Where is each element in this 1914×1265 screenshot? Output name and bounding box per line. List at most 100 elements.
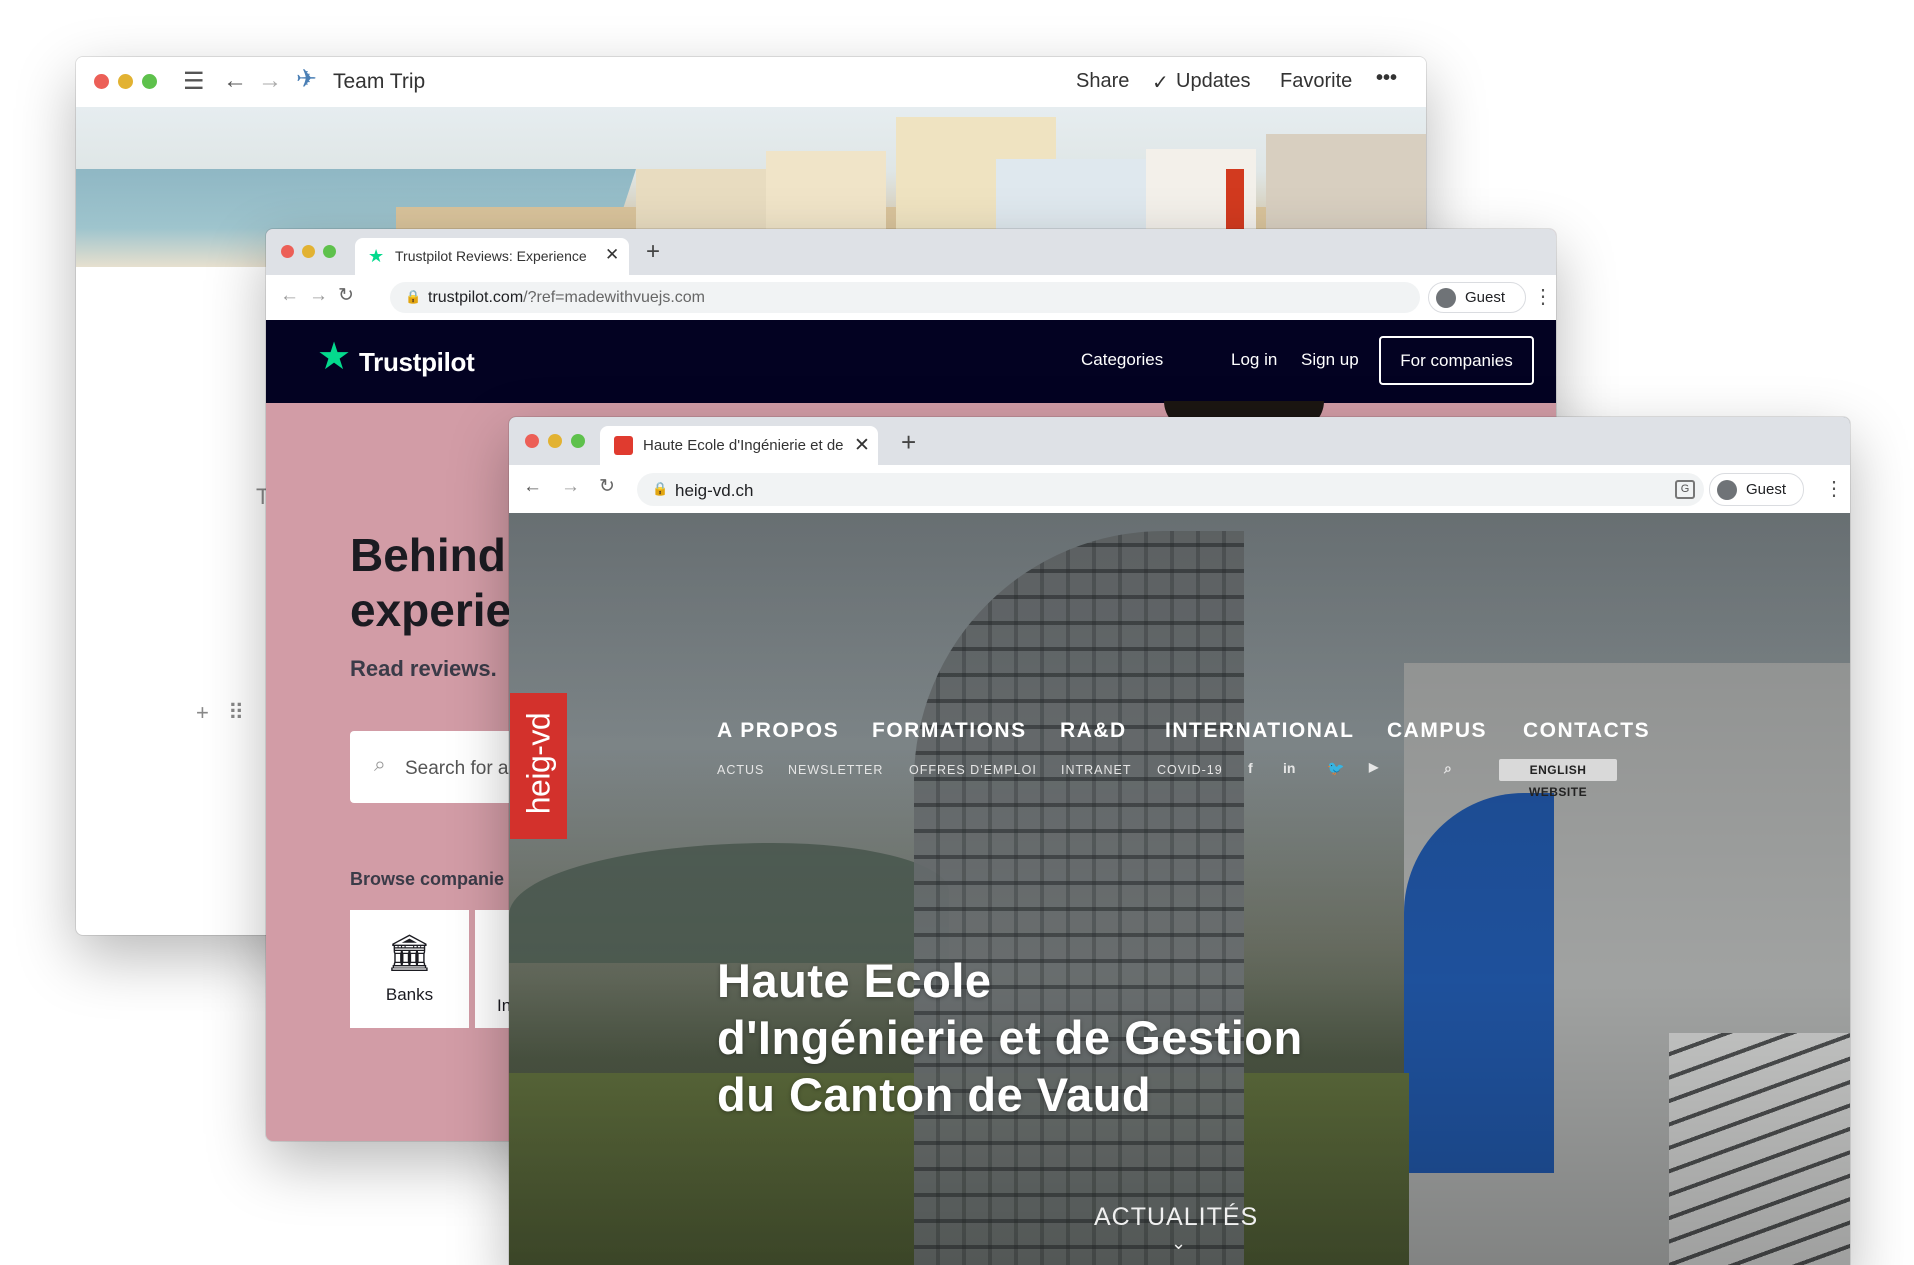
- search-placeholder: Search for a: [405, 758, 509, 779]
- browser-tab[interactable]: ★ Trustpilot Reviews: Experience ✕: [355, 238, 629, 275]
- profile-button[interactable]: Guest: [1709, 473, 1804, 506]
- menu-icon[interactable]: ☰: [183, 70, 205, 94]
- maximize-window-button[interactable]: [571, 434, 585, 448]
- back-icon[interactable]: ←: [223, 69, 247, 93]
- browser-menu-icon[interactable]: ⋮: [1533, 284, 1553, 309]
- forward-icon[interactable]: →: [258, 69, 282, 93]
- url-text: trustpilot.com/?ref=madewithvuejs.com: [428, 289, 705, 306]
- hero-banner: heig-vd A PROPOS FORMATIONS RA&D INTERNA…: [509, 513, 1850, 1265]
- close-window-button[interactable]: [525, 434, 539, 448]
- site-header: ★ Trustpilot Categories Log in Sign up F…: [266, 320, 1556, 403]
- minimize-window-button[interactable]: [548, 434, 562, 448]
- browser-tab[interactable]: Haute Ecole d'Ingénierie et de ✕: [600, 426, 878, 465]
- category-card-banks[interactable]: 🏛 Banks: [350, 910, 469, 1028]
- close-window-button[interactable]: [281, 245, 294, 258]
- close-tab-icon[interactable]: ✕: [854, 434, 870, 457]
- heig-vd-logo[interactable]: heig-vd: [510, 693, 567, 839]
- category-label: Banks: [385, 985, 434, 1004]
- lock-icon: 🔒: [652, 481, 669, 496]
- nav-rad[interactable]: RA&D: [1060, 719, 1127, 743]
- address-bar-row: ← → ↻ 🔒 heig-vd.ch G Guest ⋮: [509, 465, 1850, 513]
- nav-log-in[interactable]: Log in: [1231, 350, 1277, 370]
- new-tab-icon[interactable]: +: [901, 427, 916, 458]
- url-input[interactable]: 🔒 heig-vd.ch G: [637, 473, 1704, 506]
- english-website-button[interactable]: ENGLISH WEBSITE: [1499, 759, 1617, 799]
- nav-contacts[interactable]: CONTACTS: [1523, 719, 1650, 743]
- new-tab-icon[interactable]: +: [646, 238, 660, 266]
- twitter-icon[interactable]: 🐦: [1327, 760, 1344, 777]
- share-button[interactable]: Share: [1076, 70, 1129, 93]
- window-controls: [281, 245, 336, 258]
- close-window-button[interactable]: [94, 74, 109, 89]
- actualites-link[interactable]: ACTUALITÉS: [1094, 1203, 1258, 1232]
- window-controls: [94, 74, 157, 89]
- hero-heading-line2: experie: [350, 584, 512, 636]
- subnav-intranet[interactable]: INTRANET: [1061, 763, 1132, 777]
- airplane-icon: ✈: [296, 65, 317, 93]
- tab-title: Trustpilot Reviews: Experience: [395, 248, 587, 264]
- updates-button[interactable]: Updates: [1176, 70, 1251, 93]
- avatar-icon: [1717, 480, 1737, 500]
- back-icon[interactable]: ←: [280, 285, 299, 307]
- hero-heading-line1: Behind: [350, 529, 506, 581]
- linkedin-icon[interactable]: in: [1283, 760, 1295, 776]
- address-bar-row: ← → ↻ 🔒 trustpilot.com/?ref=madewithvuej…: [266, 275, 1556, 320]
- profile-label: Guest: [1746, 481, 1787, 498]
- reload-icon[interactable]: ↻: [338, 284, 354, 307]
- tab-strip: ★ Trustpilot Reviews: Experience ✕ +: [266, 229, 1556, 275]
- drag-handle-icon[interactable]: ⠿: [228, 700, 244, 726]
- minimize-window-button[interactable]: [302, 245, 315, 258]
- translate-icon[interactable]: G: [1675, 480, 1695, 499]
- maximize-window-button[interactable]: [142, 74, 157, 89]
- subnav-actus[interactable]: ACTUS: [717, 763, 764, 777]
- facebook-icon[interactable]: f: [1248, 760, 1253, 776]
- subnav-offres-emploi[interactable]: OFFRES D'EMPLOI: [909, 763, 1037, 777]
- url-text: heig-vd.ch: [675, 481, 754, 500]
- profile-button[interactable]: Guest: [1428, 282, 1526, 313]
- for-companies-button[interactable]: For companies: [1379, 336, 1534, 385]
- nav-international[interactable]: INTERNATIONAL: [1165, 719, 1354, 743]
- bank-icon: 🏛: [386, 932, 433, 973]
- subnav-covid[interactable]: COVID-19: [1157, 763, 1223, 777]
- add-block-icon[interactable]: +: [196, 700, 209, 726]
- window-controls: [525, 434, 585, 448]
- avatar-icon: [1436, 288, 1456, 308]
- page-title[interactable]: Team Trip: [333, 70, 425, 94]
- heig-favicon-icon: [614, 436, 633, 455]
- lock-icon: 🔒: [405, 289, 422, 304]
- browse-companies-label: Browse companie: [350, 869, 505, 889]
- youtube-icon[interactable]: ▶: [1369, 760, 1378, 774]
- hero-title-line3: du Canton de Vaud: [717, 1068, 1152, 1121]
- back-icon[interactable]: ←: [523, 476, 542, 498]
- browser-menu-icon[interactable]: ⋮: [1824, 476, 1844, 501]
- more-options-icon[interactable]: •••: [1376, 67, 1397, 90]
- checkmark-icon: ✓: [1152, 72, 1169, 94]
- site-logo[interactable]: Trustpilot: [359, 347, 475, 378]
- url-input[interactable]: 🔒 trustpilot.com/?ref=madewithvuejs.com: [390, 282, 1420, 313]
- maximize-window-button[interactable]: [323, 245, 336, 258]
- nav-categories[interactable]: Categories: [1081, 350, 1163, 370]
- forward-icon[interactable]: →: [309, 285, 328, 307]
- title-bar: ☰ ← → ✈ Team Trip Share ✓ Updates Favori…: [76, 57, 1426, 107]
- minimize-window-button[interactable]: [118, 74, 133, 89]
- nav-campus[interactable]: CAMPUS: [1387, 719, 1487, 743]
- trustpilot-favicon-icon: ★: [368, 246, 385, 266]
- tab-strip: Haute Ecole d'Ingénierie et de ✕ +: [509, 417, 1850, 465]
- nav-formations[interactable]: FORMATIONS: [872, 719, 1027, 743]
- search-icon: ⌕: [374, 753, 386, 776]
- forward-icon[interactable]: →: [561, 476, 580, 498]
- favorite-button[interactable]: Favorite: [1280, 70, 1352, 93]
- close-tab-icon[interactable]: ✕: [605, 245, 619, 265]
- nav-a-propos[interactable]: A PROPOS: [717, 719, 839, 743]
- subnav-newsletter[interactable]: NEWSLETTER: [788, 763, 883, 777]
- search-icon[interactable]: ⌕: [1444, 760, 1452, 777]
- heig-vd-window: Haute Ecole d'Ingénierie et de ✕ + ← → ↻…: [509, 417, 1850, 1265]
- chevron-down-icon[interactable]: ⌄: [1171, 1233, 1186, 1254]
- reload-icon[interactable]: ↻: [599, 475, 615, 498]
- trustpilot-star-icon: ★: [317, 336, 352, 378]
- nav-sign-up[interactable]: Sign up: [1301, 350, 1359, 370]
- hero-title-line2: d'Ingénierie et de Gestion: [717, 1011, 1303, 1064]
- profile-label: Guest: [1465, 289, 1506, 306]
- hero-subtitle: Read reviews.: [350, 656, 497, 681]
- hero-title-line1: Haute Ecole: [717, 954, 992, 1007]
